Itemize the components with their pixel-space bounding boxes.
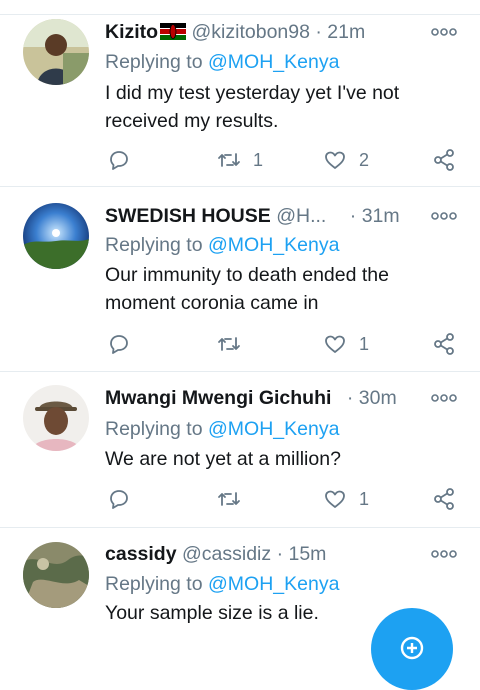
separator-dot: · [346, 387, 354, 409]
compose-button[interactable] [371, 608, 453, 690]
author-name[interactable]: cassidy [105, 543, 177, 565]
mention-link[interactable]: @MOH_Kenya [208, 51, 339, 73]
avatar[interactable] [23, 203, 89, 269]
like-button[interactable]: 1 [323, 329, 369, 359]
top-divider [0, 0, 480, 15]
timestamp[interactable]: 15m [288, 543, 326, 565]
more-options-icon[interactable] [431, 549, 457, 559]
more-options-icon[interactable] [431, 27, 457, 37]
avatar[interactable] [23, 19, 89, 85]
retweet-button[interactable] [217, 484, 253, 514]
timestamp[interactable]: 30m [359, 387, 397, 409]
separator-dot: · [349, 205, 357, 227]
reply-icon [110, 335, 128, 354]
author-name[interactable]: SWEDISH HOUSE [105, 205, 271, 227]
tweet-header: cassidy @cassidiz · 15m [105, 539, 326, 569]
tweet-header: Kizito @kizitobon98 · 21m [105, 17, 365, 47]
author-handle[interactable]: @cassidiz [182, 543, 271, 565]
like-count: 1 [359, 333, 370, 354]
heart-icon [325, 335, 345, 353]
author-handle[interactable]: @H... [276, 205, 326, 227]
like-button[interactable]: 2 [323, 145, 369, 175]
heart-icon [325, 151, 345, 169]
share-button[interactable] [432, 145, 456, 175]
reply-button[interactable] [107, 329, 131, 359]
replying-to-label: Replying to [105, 234, 203, 256]
replying-to-line: Replying to @MOH_Kenya [105, 230, 339, 260]
share-icon [434, 488, 454, 510]
replying-to-label: Replying to [105, 573, 203, 595]
author-handle[interactable]: @kizitobon98 [192, 21, 310, 43]
share-button[interactable] [432, 484, 456, 514]
author-name[interactable]: Mwangi Mwengi Gichuhi [105, 387, 331, 409]
tweet-text: I did my test yesterday yet I've not rec… [105, 82, 400, 132]
like-count: 2 [359, 149, 370, 170]
tweet-actions: 1 2 [105, 145, 465, 175]
like-button[interactable]: 1 [323, 484, 369, 514]
compose-icon [400, 636, 424, 660]
heart-icon [325, 490, 345, 508]
reply-icon [110, 490, 128, 509]
replying-to-line: Replying to @MOH_Kenya [105, 47, 339, 77]
mention-link[interactable]: @MOH_Kenya [208, 234, 339, 256]
replying-to-label: Replying to [105, 418, 203, 440]
retweet-count: 1 [253, 149, 264, 170]
tweet-actions: 1 [105, 484, 465, 514]
replying-to-line: Replying to @MOH_Kenya [105, 414, 339, 444]
retweet-button[interactable] [217, 329, 253, 359]
share-icon [434, 149, 454, 171]
replying-to-line: Replying to @MOH_Kenya [105, 569, 339, 599]
reply-icon [110, 151, 128, 170]
retweet-icon [218, 153, 240, 167]
retweet-icon [218, 492, 240, 506]
tweet-item[interactable]: SWEDISH HOUSE @H... · 31m Replying to @M… [0, 187, 480, 372]
kenya-flag-icon [160, 19, 187, 40]
tweet-item[interactable]: Mwangi Mwengi Gichuhi · 30m Replying to … [0, 372, 480, 528]
author-name[interactable]: Kizito [105, 21, 158, 43]
retweet-button[interactable]: 1 [217, 145, 263, 175]
more-options-icon[interactable] [431, 211, 457, 221]
reply-button[interactable] [107, 145, 131, 175]
timestamp[interactable]: 31m [362, 205, 400, 227]
mention-link[interactable]: @MOH_Kenya [208, 418, 339, 440]
share-button[interactable] [432, 329, 456, 359]
timestamp[interactable]: 21m [327, 21, 365, 43]
mention-link[interactable]: @MOH_Kenya [208, 573, 339, 595]
tweet-text: Our immunity to death ended the moment c… [105, 264, 389, 314]
separator-dot: · [315, 21, 322, 43]
avatar[interactable] [23, 542, 89, 608]
reply-button[interactable] [107, 484, 131, 514]
like-count: 1 [359, 488, 370, 509]
replying-to-label: Replying to [105, 51, 203, 73]
avatar[interactable] [23, 385, 89, 451]
separator-dot: · [276, 543, 284, 565]
share-icon [434, 333, 454, 355]
tweet-text: We are not yet at a million? [105, 448, 341, 470]
tweet-item[interactable]: Kizito @kizitobon98 · 21m Replying to @M… [0, 15, 480, 187]
tweet-header: Mwangi Mwengi Gichuhi · 30m [105, 383, 397, 413]
retweet-icon [218, 337, 240, 351]
tweet-header: SWEDISH HOUSE @H... · 31m [105, 201, 400, 231]
more-options-icon[interactable] [431, 393, 457, 403]
tweet-actions: 1 [105, 329, 465, 359]
